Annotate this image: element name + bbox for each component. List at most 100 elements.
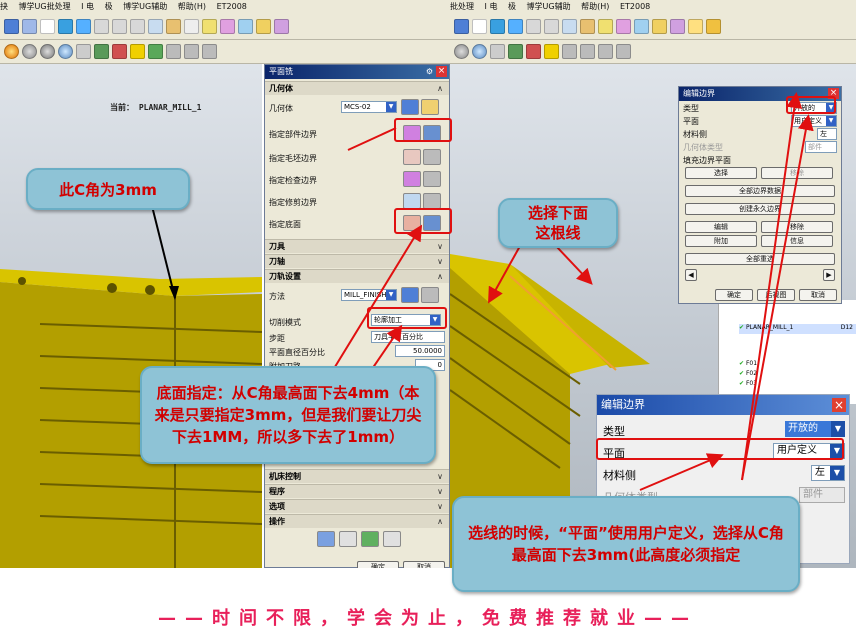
flashlight-icon[interactable]	[423, 171, 441, 187]
yellow-icon[interactable]	[544, 44, 559, 59]
wire-cube-icon[interactable]	[22, 19, 37, 34]
verify-icon[interactable]	[361, 531, 379, 547]
create-permanent-boundary-button[interactable]: 创建永久边界	[685, 203, 835, 215]
edit-method-button[interactable]	[401, 287, 419, 303]
replay-icon[interactable]	[339, 531, 357, 547]
rotate-icon[interactable]	[490, 19, 505, 34]
tool3-icon[interactable]	[598, 44, 613, 59]
section-machine-control[interactable]: 机床控制 ∨	[265, 469, 449, 483]
dropdown-arrow-icon[interactable]: ▼	[830, 466, 844, 480]
color2-icon[interactable]	[526, 44, 541, 59]
close-icon[interactable]: ×	[436, 66, 447, 77]
chart-icon[interactable]	[184, 19, 199, 34]
method-select[interactable]: MILL_FINISH ▼	[341, 289, 397, 301]
tree-item[interactable]: ✔ F03	[739, 380, 757, 387]
move-icon[interactable]	[598, 19, 613, 34]
ok-button[interactable]: 确定	[357, 561, 399, 568]
dropdown-arrow-icon[interactable]: ▼	[386, 290, 396, 300]
pan-icon[interactable]	[76, 19, 91, 34]
stepover-select[interactable]: 刀具平直百分比	[371, 331, 445, 343]
material-side-select[interactable]: 左 ▼	[811, 465, 845, 481]
plane-select[interactable]: 用户定义 ▼	[791, 115, 837, 127]
box-icon[interactable]	[76, 44, 91, 59]
dropdown-arrow-icon[interactable]: ▼	[386, 102, 396, 112]
check-boundary-select-button[interactable]	[403, 171, 421, 187]
tool3-icon[interactable]	[202, 44, 217, 59]
ok-button[interactable]: 确定	[715, 289, 753, 301]
tree-icon[interactable]	[562, 19, 577, 34]
flashlight-icon[interactable]	[423, 149, 441, 165]
type-select[interactable]: 开放的 ▼	[785, 421, 845, 437]
chevron-down-icon[interactable]: ∨	[437, 485, 443, 498]
cancel-button[interactable]: 取消	[799, 289, 837, 301]
section-program[interactable]: 程序 ∨	[265, 484, 449, 498]
chevron-up-icon[interactable]: ∧	[437, 515, 443, 528]
edit-geometry-button[interactable]	[401, 99, 419, 115]
boundary-data-button[interactable]: 全部边界数据	[685, 185, 835, 197]
align-icon[interactable]	[544, 19, 559, 34]
chevron-up-icon[interactable]: ∧	[437, 270, 443, 283]
rotate-icon[interactable]	[58, 19, 73, 34]
square-view-icon[interactable]	[40, 19, 55, 34]
box-icon[interactable]	[490, 44, 505, 59]
menu-item[interactable]: 博学UG辅助	[527, 2, 571, 11]
sketch-icon[interactable]	[634, 19, 649, 34]
menu-item[interactable]: ET2008	[620, 2, 650, 11]
layer-icon[interactable]	[94, 19, 109, 34]
wrench-icon[interactable]	[421, 287, 439, 303]
menu-item[interactable]: 极	[508, 2, 516, 11]
move-icon[interactable]	[202, 19, 217, 34]
append-button[interactable]: 附加	[685, 235, 757, 247]
select-button[interactable]: 选择	[685, 167, 757, 179]
menu-item[interactable]: I 电	[485, 2, 498, 11]
scroll-right-button[interactable]: ▶	[823, 269, 835, 281]
section-geometry[interactable]: 几何体 ∧	[265, 81, 449, 95]
chevron-down-icon[interactable]: ∨	[437, 470, 443, 483]
chevron-down-icon[interactable]: ∨	[437, 255, 443, 268]
color-icon[interactable]	[94, 44, 109, 59]
remove2-button[interactable]: 移除	[761, 221, 833, 233]
align-icon[interactable]	[112, 19, 127, 34]
point-icon[interactable]	[688, 19, 703, 34]
left-graphics-viewport[interactable]: 当前： PLANAR_MILL_1	[0, 64, 262, 568]
tool2-icon[interactable]	[184, 44, 199, 59]
menu-item[interactable]: 极	[105, 2, 113, 11]
cube-view-icon[interactable]	[4, 19, 19, 34]
geometry-type-select[interactable]: 部件	[799, 487, 845, 503]
section-tool[interactable]: 刀具 ∨	[265, 239, 449, 253]
sphere-icon[interactable]	[454, 44, 469, 59]
dropdown-arrow-icon[interactable]: ▼	[831, 421, 845, 437]
tree-item[interactable]: ✔ PLANAR_MILL_1 D12	[739, 324, 856, 334]
sphere2-icon[interactable]	[40, 44, 55, 59]
axis-icon[interactable]	[166, 19, 181, 34]
edit-button[interactable]: 编辑	[685, 221, 757, 233]
flashlight-icon[interactable]	[423, 193, 441, 209]
measure-icon[interactable]	[616, 19, 631, 34]
tool4-icon[interactable]	[616, 44, 631, 59]
tool-icon[interactable]	[166, 44, 181, 59]
section-path-settings[interactable]: 刀轨设置 ∧	[265, 269, 449, 283]
color-icon[interactable]	[508, 44, 523, 59]
sphere2-icon[interactable]	[472, 44, 487, 59]
flat-diameter-input[interactable]: 50.0000	[395, 345, 445, 357]
list-icon[interactable]	[383, 531, 401, 547]
wrench-icon[interactable]	[421, 99, 439, 115]
geometry-select[interactable]: MCS-02 ▼	[341, 101, 397, 113]
tree-item[interactable]: ✔ F01	[739, 360, 757, 367]
back-button[interactable]: 后视图	[757, 289, 795, 301]
menu-item[interactable]: 帮助(H)	[581, 2, 609, 11]
surface-icon[interactable]	[670, 19, 685, 34]
curve-icon[interactable]	[652, 19, 667, 34]
square-view-icon[interactable]	[472, 19, 487, 34]
menu-item[interactable]: I 电	[81, 2, 94, 11]
curve-icon[interactable]	[256, 19, 271, 34]
measure-icon[interactable]	[220, 19, 235, 34]
color2-icon[interactable]	[112, 44, 127, 59]
sphere-icon[interactable]	[22, 44, 37, 59]
plane-icon[interactable]	[706, 19, 721, 34]
yellow-icon[interactable]	[130, 44, 145, 59]
generate-icon[interactable]	[317, 531, 335, 547]
dropdown-arrow-icon[interactable]: ▼	[826, 116, 836, 126]
tree-item[interactable]: ✔ F02	[739, 370, 757, 377]
green-icon[interactable]	[148, 44, 163, 59]
